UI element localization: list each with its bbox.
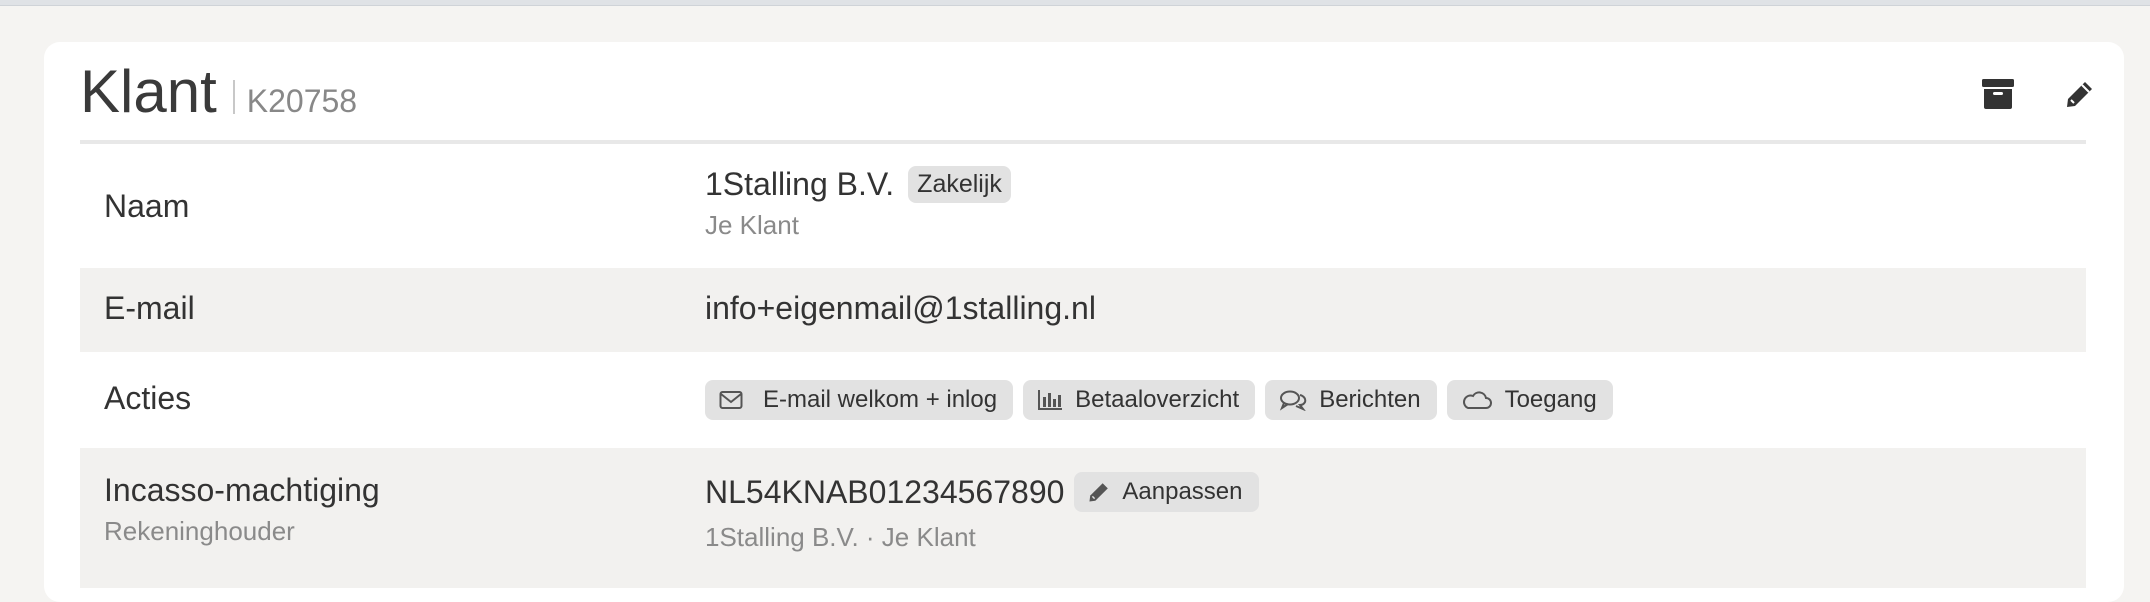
access-button[interactable]: Toegang	[1446, 380, 1613, 420]
welcome-email-button[interactable]: E-mail welkom + inlog	[705, 380, 1014, 420]
archive-icon	[1982, 79, 2014, 109]
customer-details-table: Naam 1Stalling B.V. Zakelijk Je Klant E-…	[80, 144, 2086, 588]
customer-card: Klant K20758 Naam 1Stalling B.V. Zakelijk	[44, 42, 2124, 602]
payment-overview-button-label: Betaaloverzicht	[1075, 386, 1240, 413]
edit-mandate-button-label: Aanpassen	[1122, 478, 1243, 505]
card-header: Klant K20758	[80, 42, 2092, 144]
email-value: info+eigenmail@1stalling.nl	[705, 290, 1096, 326]
acties-label: Acties	[104, 380, 192, 416]
customer-subname: Je Klant	[705, 210, 799, 240]
email-label: E-mail	[104, 290, 195, 326]
title-divider	[232, 80, 235, 114]
naam-value-line: 1Stalling B.V. Zakelijk	[705, 166, 1011, 203]
row-incasso: Incasso-machtiging Rekeninghouder NL54KN…	[80, 448, 2086, 588]
bar-chart-icon	[1037, 389, 1063, 411]
iban-value: NL54KNAB01234567890	[705, 473, 1065, 510]
incasso-label: Incasso-machtiging	[104, 472, 380, 508]
naam-label: Naam	[104, 188, 190, 224]
messages-button[interactable]: Berichten	[1265, 380, 1437, 420]
edit-button[interactable]	[2060, 74, 2100, 114]
access-button-label: Toegang	[1504, 386, 1597, 413]
row-email: E-mail info+eigenmail@1stalling.nl	[80, 268, 2086, 352]
action-buttons: E-mail welkom + inlog Betaaloverzicht Be…	[705, 380, 1613, 420]
page-title: Klant K20758	[80, 62, 357, 122]
page-title-text: Klant	[80, 58, 217, 125]
customer-name: 1Stalling B.V.	[705, 166, 895, 202]
payment-overview-button[interactable]: Betaaloverzicht	[1023, 380, 1256, 420]
iban-value-line: NL54KNAB01234567890 Aanpassen	[705, 472, 1259, 512]
customer-type-badge: Zakelijk	[908, 166, 1011, 203]
welcome-email-button-label: E-mail welkom + inlog	[763, 386, 998, 413]
pencil-icon	[1088, 481, 1110, 503]
archive-button[interactable]	[1978, 74, 2018, 114]
account-holder-label: Rekeninghouder	[104, 516, 295, 546]
customer-code: K20758	[246, 83, 358, 119]
cloud-icon	[1461, 390, 1493, 410]
top-bar	[0, 0, 2150, 6]
row-naam: Naam 1Stalling B.V. Zakelijk Je Klant	[80, 144, 2086, 268]
edit-mandate-button[interactable]: Aanpassen	[1074, 472, 1259, 512]
account-holder-value: 1Stalling B.V. · Je Klant	[705, 522, 976, 552]
row-acties: Acties E-mail welkom + inlog Betaaloverz…	[80, 352, 2086, 448]
messages-button-label: Berichten	[1319, 386, 1421, 413]
envelope-icon	[719, 390, 743, 410]
chat-icon	[1279, 389, 1307, 411]
pencil-icon	[2067, 82, 2092, 107]
